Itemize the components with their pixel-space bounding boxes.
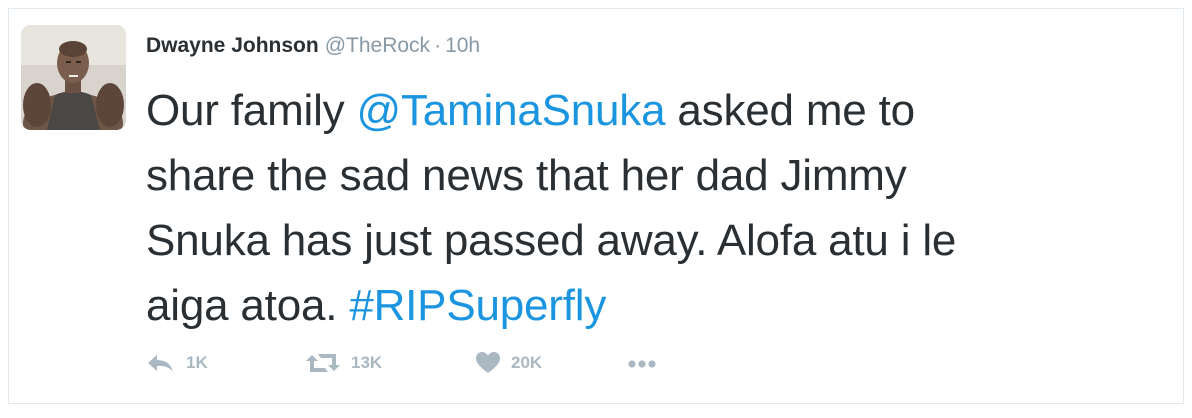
more-dots-icon xyxy=(627,351,657,375)
tweet-header: Dwayne Johnson @TheRock · 10h xyxy=(146,32,480,60)
header-separator: · xyxy=(434,34,442,57)
reply-button[interactable]: 1K xyxy=(146,348,208,378)
tweet-text: Our family @TaminaSnuka asked me to shar… xyxy=(146,78,1146,338)
avatar[interactable] xyxy=(21,25,126,130)
tweet-text-line-3: Snuka has just passed away. Alofa atu i … xyxy=(146,216,957,265)
avatar-image xyxy=(21,25,126,130)
tweet-border-right xyxy=(1183,8,1184,404)
more-button[interactable] xyxy=(627,348,657,378)
heart-icon xyxy=(475,351,501,375)
tweet-timestamp[interactable]: 10h xyxy=(445,34,480,57)
author-handle[interactable]: @TheRock xyxy=(325,34,430,57)
mention-link[interactable]: @TaminaSnuka xyxy=(357,86,666,135)
text-segment: Our family xyxy=(146,86,357,135)
tweet-text-line-1: Our family @TaminaSnuka asked me to xyxy=(146,78,1146,143)
like-button[interactable]: 20K xyxy=(475,348,542,378)
text-segment: asked me to xyxy=(665,86,915,135)
retweet-count: 13K xyxy=(351,353,383,372)
like-count: 20K xyxy=(511,353,543,372)
reply-icon xyxy=(146,351,176,375)
author-name[interactable]: Dwayne Johnson xyxy=(146,34,319,57)
hashtag-link[interactable]: #RIPSuperfly xyxy=(349,281,606,330)
tweet-text-line-2: share the sad news that her dad Jimmy xyxy=(146,151,907,200)
retweet-button[interactable]: 13K xyxy=(305,348,382,378)
reply-count: 1K xyxy=(186,353,208,372)
tweet-text-line-4: aiga atoa. #RIPSuperfly xyxy=(146,273,1146,338)
tweet-border-left xyxy=(8,8,9,404)
retweet-icon xyxy=(305,351,341,375)
text-segment: aiga atoa. xyxy=(146,281,350,330)
